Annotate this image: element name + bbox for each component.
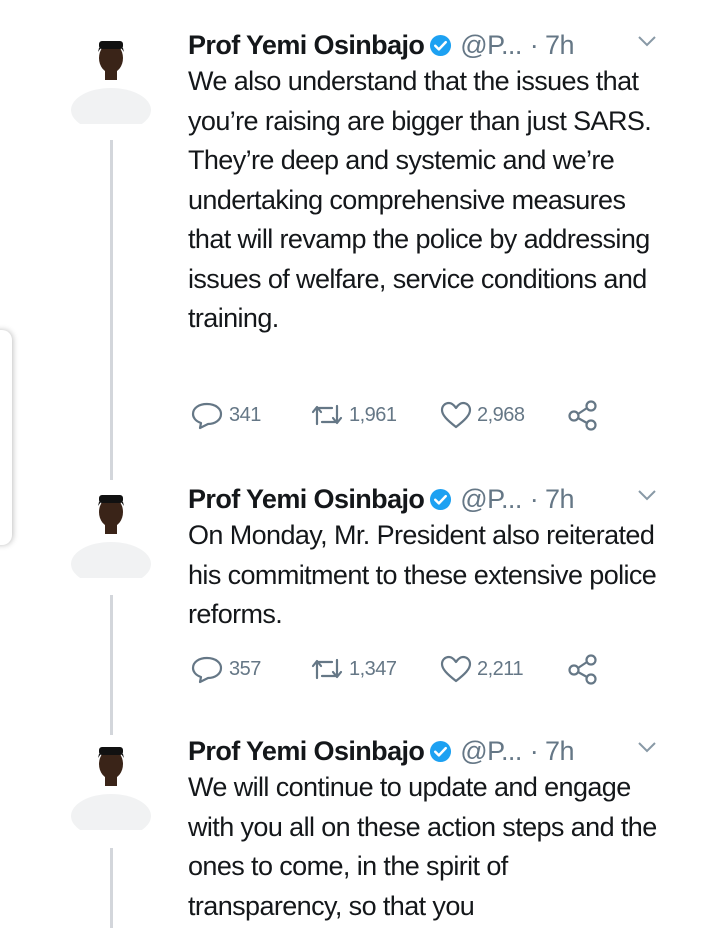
tweet-text: We also understand that the issues that … — [188, 66, 652, 333]
tweet-actions: 357 1,347 2,211 — [188, 652, 628, 686]
avatar[interactable] — [67, 734, 155, 830]
chevron-down-icon[interactable] — [636, 488, 658, 502]
verified-badge-icon — [430, 740, 452, 762]
author-name[interactable]: Prof Yemi Osinbajo — [188, 484, 425, 515]
reply-count: 341 — [229, 403, 261, 426]
tweet[interactable]: Prof Yemi Osinbajo @P... · 7h We will co… — [0, 734, 720, 927]
retweet-count: 1,961 — [349, 403, 397, 426]
tweet-actions: 341 1,961 2,968 — [188, 398, 628, 432]
avatar[interactable] — [67, 28, 155, 124]
author-handle[interactable]: @P... — [460, 484, 522, 515]
retweet-button[interactable]: 1,347 — [308, 652, 397, 686]
chevron-down-icon[interactable] — [636, 34, 658, 48]
tweet-time[interactable]: · 7h — [530, 484, 575, 515]
reply-button[interactable]: 357 — [188, 652, 261, 686]
author-handle[interactable]: @P... — [460, 30, 522, 61]
avatar[interactable] — [67, 482, 155, 578]
author-handle[interactable]: @P... — [460, 736, 522, 767]
share-button[interactable] — [566, 398, 600, 432]
tweet-text: We will continue to update and engage wi… — [188, 772, 657, 921]
reply-icon — [191, 656, 223, 684]
tweet[interactable]: Prof Yemi Osinbajo @P... · 7h We also un… — [0, 28, 720, 448]
retweet-icon — [311, 404, 343, 426]
retweet-count: 1,347 — [349, 657, 397, 680]
heart-icon — [440, 401, 472, 429]
retweet-button[interactable]: 1,961 — [308, 398, 397, 432]
share-icon — [568, 400, 597, 431]
heart-icon — [440, 655, 472, 683]
verified-badge-icon — [430, 34, 452, 56]
tweet-time[interactable]: · 7h — [530, 30, 575, 61]
author-name[interactable]: Prof Yemi Osinbajo — [188, 30, 425, 61]
reply-count: 357 — [229, 657, 261, 680]
like-count: 2,968 — [477, 403, 525, 426]
tweet[interactable]: Prof Yemi Osinbajo @P... · 7h On Monday,… — [0, 482, 720, 702]
like-button[interactable]: 2,211 — [438, 652, 524, 686]
tweet-header: Prof Yemi Osinbajo @P... · 7h — [188, 482, 574, 516]
tweet-time[interactable]: · 7h — [530, 736, 575, 767]
like-button[interactable]: 2,968 — [438, 398, 525, 432]
like-count: 2,211 — [477, 657, 524, 680]
verified-badge-icon — [430, 488, 452, 510]
tweet-text: On Monday, Mr. President also reiterated… — [188, 520, 657, 629]
retweet-icon — [311, 658, 343, 680]
author-name[interactable]: Prof Yemi Osinbajo — [188, 736, 425, 767]
reply-button[interactable]: 341 — [188, 398, 261, 432]
tweet-header: Prof Yemi Osinbajo @P... · 7h — [188, 734, 574, 768]
share-icon — [568, 654, 597, 685]
tweet-header: Prof Yemi Osinbajo @P... · 7h — [188, 28, 574, 62]
chevron-down-icon[interactable] — [636, 740, 658, 754]
share-button[interactable] — [566, 652, 600, 686]
reply-icon — [191, 402, 223, 430]
